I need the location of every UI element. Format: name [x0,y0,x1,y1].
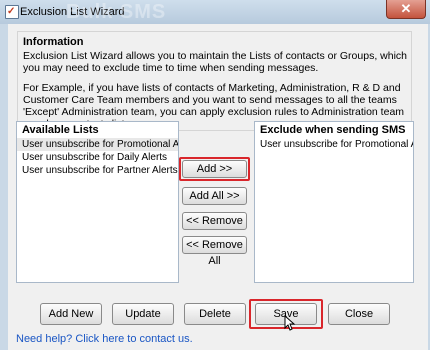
exclude-lists-items: User unsubscribe for Promotional A... [255,138,413,151]
mouse-pointer-icon [284,315,296,331]
update-button[interactable]: Update [112,303,174,325]
add-new-button[interactable]: Add New [40,303,102,325]
delete-button[interactable]: Delete [184,303,246,325]
help-contact-link[interactable]: Need help? Click here to contact us. [16,332,193,346]
exclude-list-item[interactable]: User unsubscribe for Promotional A... [255,138,413,151]
add-button[interactable]: Add >> [182,160,247,178]
remove-all-button[interactable]: << Remove All [182,236,247,267]
information-heading: Information [23,36,84,48]
add-all-button[interactable]: Add All >> [182,187,247,205]
exclude-lists-header: Exclude when sending SMS [260,124,406,136]
background-window-title: Bulk SMS [66,1,167,23]
close-button[interactable]: Close [328,303,390,325]
available-list-item[interactable]: User unsubscribe for Promotional A... [17,138,178,151]
available-lists-items: User unsubscribe for Promotional A... Us… [17,138,178,177]
available-lists-header: Available Lists [22,124,99,136]
available-list-item[interactable]: User unsubscribe for Partner Alerts [17,164,178,177]
remove-button[interactable]: << Remove [182,212,247,230]
exclude-lists-panel[interactable]: Exclude when sending SMS User unsubscrib… [254,121,414,283]
available-list-item[interactable]: User unsubscribe for Daily Alerts [17,151,178,164]
title-bar: ✓ Exclusion List Wizard Bulk SMS ✕ [0,0,430,24]
close-icon: ✕ [400,1,412,16]
app-icon: ✓ [5,5,19,19]
information-groupbox: Information Exclusion List Wizard allows… [17,31,412,131]
available-lists-panel[interactable]: Available Lists User unsubscribe for Pro… [16,121,179,283]
information-paragraph-1: Exclusion List Wizard allows you to main… [23,50,407,74]
dialog-body: Information Exclusion List Wizard allows… [8,24,428,350]
close-window-button[interactable]: ✕ [386,0,426,19]
